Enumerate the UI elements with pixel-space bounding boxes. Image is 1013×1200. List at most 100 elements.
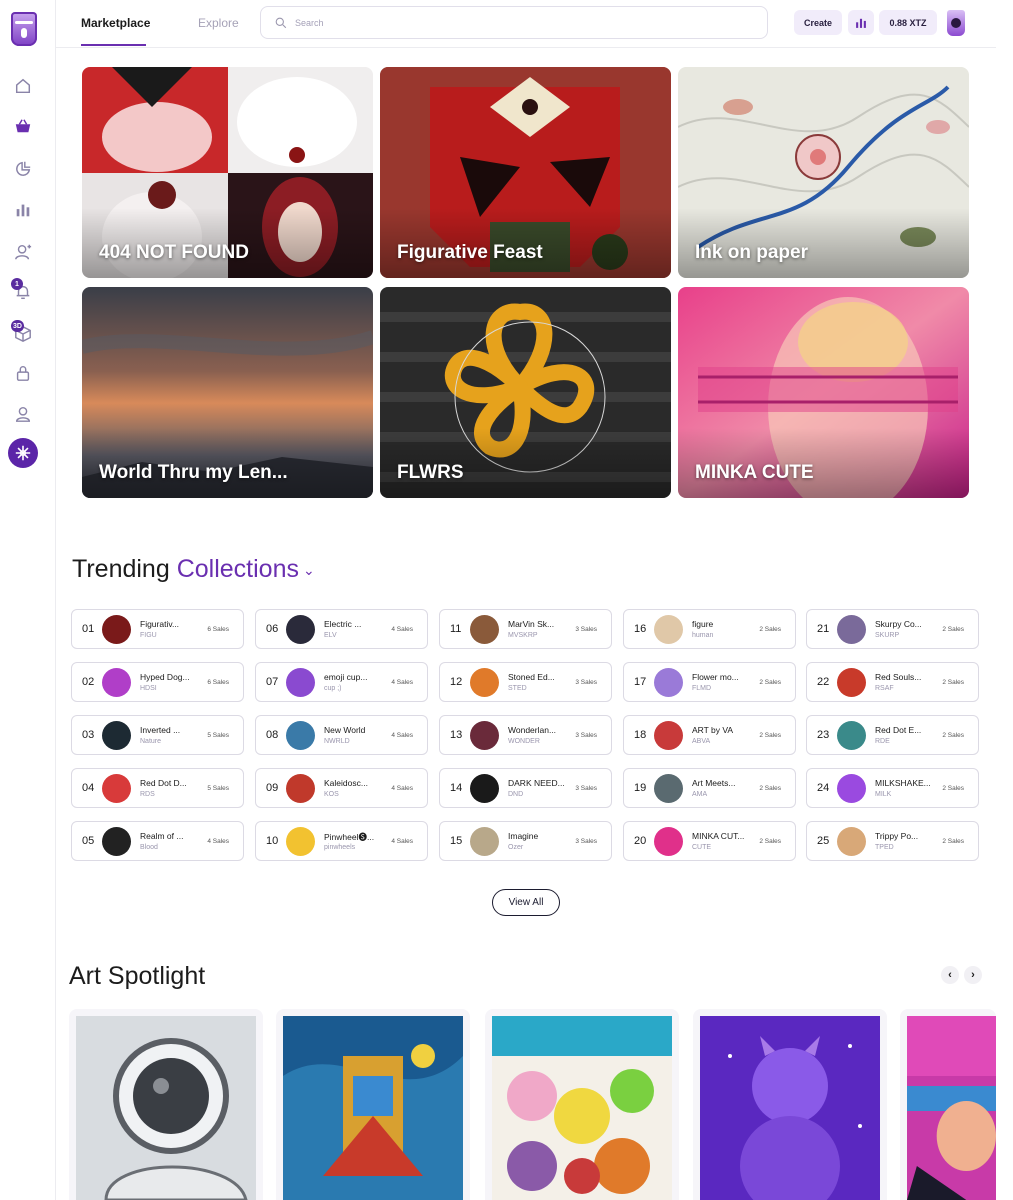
collection-name: Figurativ...: [140, 619, 180, 629]
trending-collection-item[interactable]: 15 Imagine Ozer 3 Sales: [439, 821, 612, 861]
avatar[interactable]: [947, 10, 965, 36]
spotlight-card[interactable]: [276, 1009, 470, 1200]
trending-collections-heading[interactable]: Trending Collections ⌄: [72, 555, 315, 584]
user-icon: [15, 406, 31, 422]
sidebar-item-follow[interactable]: [11, 240, 35, 264]
collection-symbol: SKURP: [875, 632, 900, 639]
collection-name: Electric ...: [324, 619, 362, 629]
collection-name: Stoned Ed...: [508, 672, 555, 682]
collection-symbol: HDSI: [140, 685, 157, 692]
collection-sales: 3 Sales: [575, 785, 597, 792]
collection-name: Kaleidosc...: [324, 778, 368, 788]
trending-collection-item[interactable]: 14 DARK NEED... DND 3 Sales: [439, 768, 612, 808]
carousel-prev-button[interactable]: ‹: [941, 966, 959, 984]
collection-sales: 5 Sales: [207, 785, 229, 792]
collection-symbol: cup ;): [324, 685, 342, 692]
sidebar-item-stats[interactable]: [11, 198, 35, 222]
collection-rank: 19: [634, 782, 647, 794]
trending-collection-item[interactable]: 08 New World NWRLD 4 Sales: [255, 715, 428, 755]
sidebar-item-notifications[interactable]: 1: [11, 278, 35, 304]
collection-name: Hyped Dog...: [140, 672, 190, 682]
search-input[interactable]: [295, 17, 735, 28]
user-add-icon: [15, 244, 32, 260]
trending-collection-item[interactable]: 24 MILKSHAKE... MILK 2 Sales: [806, 768, 979, 808]
sidebar: 1 3D: [0, 0, 56, 1200]
collection-rank: 05: [82, 835, 95, 847]
trending-collection-item[interactable]: 13 Wonderlan... WONDER 3 Sales: [439, 715, 612, 755]
banner-card[interactable]: Figurative Feast: [380, 67, 671, 278]
trending-collection-item[interactable]: 18 ART by VA ABVA 2 Sales: [623, 715, 796, 755]
banner-card[interactable]: FLWRS: [380, 287, 671, 498]
collection-symbol: MILK: [875, 791, 892, 798]
trending-collection-item[interactable]: 19 Art Meets... AMA 2 Sales: [623, 768, 796, 808]
trending-collection-item[interactable]: 17 Flower mo... FLMD 2 Sales: [623, 662, 796, 702]
trending-collection-item[interactable]: 23 Red Dot E... RDE 2 Sales: [806, 715, 979, 755]
trending-collection-item[interactable]: 01 Figurativ... FIGU 6 Sales: [71, 609, 244, 649]
trending-collection-item[interactable]: 03 Inverted ... Nature 5 Sales: [71, 715, 244, 755]
sidebar-item-3d[interactable]: 3D: [11, 320, 35, 346]
collection-sales: 2 Sales: [942, 626, 964, 633]
sidebar-item-lock[interactable]: [11, 361, 35, 385]
app-logo[interactable]: [11, 12, 37, 46]
search-bar[interactable]: [260, 6, 768, 39]
sidebar-item-network[interactable]: [8, 438, 38, 468]
trending-collection-item[interactable]: 21 Skurpy Co... SKURP 2 Sales: [806, 609, 979, 649]
create-button[interactable]: Create: [794, 10, 842, 35]
banner-card[interactable]: World Thru my Len...: [82, 287, 373, 498]
banner-card[interactable]: 404 NOT FOUND: [82, 67, 373, 278]
spotlight-artwork: [700, 1016, 880, 1200]
collection-thumbnail: [654, 774, 683, 803]
trending-collection-item[interactable]: 09 Kaleidosc... KOS 4 Sales: [255, 768, 428, 808]
collection-symbol: FIGU: [140, 632, 157, 639]
collection-name: MINKA CUT...: [692, 831, 745, 841]
trending-collection-item[interactable]: 20 MINKA CUT... CUTE 2 Sales: [623, 821, 796, 861]
collection-symbol: RDS: [140, 791, 155, 798]
tab-explore[interactable]: Explore: [198, 16, 239, 30]
sidebar-item-marketplace[interactable]: [11, 114, 35, 138]
chevron-down-icon[interactable]: ⌄: [303, 562, 315, 578]
trending-collection-item[interactable]: 22 Red Souls... RSAF 2 Sales: [806, 662, 979, 702]
trending-collection-item[interactable]: 12 Stoned Ed... STED 3 Sales: [439, 662, 612, 702]
trending-collection-item[interactable]: 05 Realm of ... Blood 4 Sales: [71, 821, 244, 861]
trending-collection-item[interactable]: 25 Trippy Po... TPED 2 Sales: [806, 821, 979, 861]
banner-card[interactable]: Ink on paper: [678, 67, 969, 278]
collection-symbol: human: [692, 632, 714, 639]
wallet-balance[interactable]: 0.88 XTZ: [879, 10, 937, 35]
collection-sales: 4 Sales: [207, 838, 229, 845]
trending-collection-item[interactable]: 16 figure human 2 Sales: [623, 609, 796, 649]
spotlight-card[interactable]: [485, 1009, 679, 1200]
trending-collection-item[interactable]: 06 Electric ... ELV 4 Sales: [255, 609, 428, 649]
collection-symbol: MVSKRP: [508, 632, 538, 639]
collection-rank: 09: [266, 782, 279, 794]
trending-collection-item[interactable]: 04 Red Dot D... RDS 5 Sales: [71, 768, 244, 808]
spotlight-card[interactable]: [69, 1009, 263, 1200]
collection-rank: 04: [82, 782, 95, 794]
collection-name: Inverted ...: [140, 725, 181, 735]
collection-rank: 23: [817, 729, 830, 741]
trending-collection-item[interactable]: 10 Pinwheel🅢... pinwheels 4 Sales: [255, 821, 428, 861]
collection-name: DARK NEED...: [508, 778, 565, 788]
collection-thumbnail: [837, 668, 866, 697]
collection-thumbnail: [837, 827, 866, 856]
stats-button[interactable]: [848, 10, 874, 35]
trending-collection-item[interactable]: 02 Hyped Dog... HDSI 6 Sales: [71, 662, 244, 702]
spotlight-card[interactable]: [693, 1009, 887, 1200]
spotlight-card[interactable]: [900, 1009, 996, 1200]
trending-collection-item[interactable]: 11 MarVin Sk... MVSKRP 3 Sales: [439, 609, 612, 649]
collection-name: Wonderlan...: [508, 725, 557, 735]
collection-thumbnail: [102, 721, 131, 750]
collection-sales: 2 Sales: [759, 785, 781, 792]
collection-sales: 4 Sales: [391, 785, 413, 792]
sidebar-item-analytics[interactable]: [11, 157, 35, 181]
trending-collection-item[interactable]: 07 emoji cup... cup ;) 4 Sales: [255, 662, 428, 702]
sidebar-item-home[interactable]: [11, 74, 35, 98]
collection-rank: 01: [82, 623, 95, 635]
view-all-button[interactable]: View All: [492, 889, 560, 916]
collection-rank: 06: [266, 623, 279, 635]
tab-marketplace[interactable]: Marketplace: [81, 16, 150, 30]
carousel-next-button[interactable]: ›: [964, 966, 982, 984]
banner-card[interactable]: MINKA CUTE: [678, 287, 969, 498]
collection-symbol: Nature: [140, 738, 162, 745]
3d-badge: 3D: [11, 320, 24, 332]
sidebar-item-profile[interactable]: [11, 402, 35, 426]
